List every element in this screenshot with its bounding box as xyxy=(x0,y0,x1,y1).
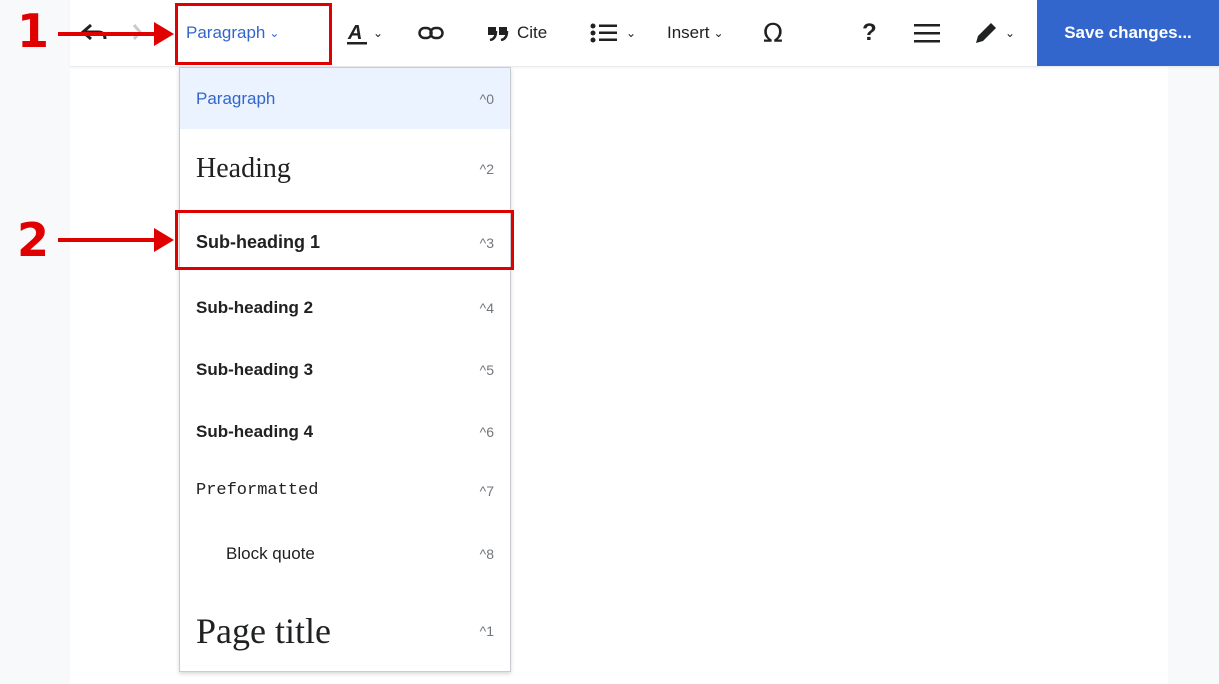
arrow-head-icon xyxy=(154,228,174,252)
menu-item-sub-heading-2[interactable]: Sub-heading 2 ^4 xyxy=(180,277,510,339)
menu-item-heading[interactable]: Heading ^2 xyxy=(180,129,510,208)
cite-button[interactable]: Cite xyxy=(487,0,547,66)
bulleted-list-icon xyxy=(590,22,618,44)
text-style-dropdown[interactable]: A ⌄ xyxy=(345,0,383,66)
save-changes-button[interactable]: Save changes... xyxy=(1037,0,1219,66)
text-style-icon: A xyxy=(345,21,369,45)
menu-item-shortcut: ^8 xyxy=(479,546,494,562)
pencil-icon xyxy=(973,20,999,46)
annotation-number: 2 xyxy=(17,213,50,267)
menu-item-label: Page title xyxy=(196,610,331,651)
paragraph-format-menu: Paragraph ^0 Heading ^2 Sub-heading 1 ^3… xyxy=(179,67,511,672)
insert-dropdown[interactable]: Insert ⌄ xyxy=(667,0,724,66)
chevron-down-icon: ⌄ xyxy=(373,26,384,40)
help-label: ? xyxy=(862,19,877,46)
special-character-icon[interactable]: Ω xyxy=(763,0,789,66)
menu-item-shortcut: ^1 xyxy=(479,622,494,639)
menu-item-label: Paragraph xyxy=(196,88,276,108)
menu-item-paragraph[interactable]: Paragraph ^0 xyxy=(180,68,510,129)
menu-item-label: Sub-heading 4 xyxy=(196,422,314,441)
menu-icon[interactable] xyxy=(914,0,940,66)
menu-item-label: Block quote xyxy=(226,544,315,563)
arrow-head-icon xyxy=(154,22,174,46)
menu-item-shortcut: ^7 xyxy=(479,482,494,499)
menu-item-block-quote[interactable]: Block quote ^8 xyxy=(180,518,510,590)
annotation-arrow xyxy=(58,32,158,36)
annotation-number: 1 xyxy=(17,4,50,58)
cite-label: Cite xyxy=(517,23,548,42)
menu-item-page-title[interactable]: Page title ^1 xyxy=(180,590,510,671)
list-dropdown[interactable]: ⌄ xyxy=(590,0,636,66)
quote-icon xyxy=(487,25,509,41)
chevron-down-icon: ⌄ xyxy=(1005,26,1016,40)
menu-item-shortcut: ^2 xyxy=(479,160,494,177)
svg-text:A: A xyxy=(347,22,362,44)
help-button[interactable]: ? xyxy=(862,0,877,66)
menu-item-shortcut: ^0 xyxy=(479,90,494,107)
highlight-box-paragraph-dropdown xyxy=(175,3,332,65)
insert-label: Insert xyxy=(667,23,710,42)
save-changes-label: Save changes... xyxy=(1064,23,1192,42)
menu-item-label: Sub-heading 2 xyxy=(196,298,314,317)
svg-text:Ω: Ω xyxy=(763,21,783,45)
chevron-down-icon: ⌄ xyxy=(713,26,724,40)
link-icon[interactable] xyxy=(418,0,444,66)
menu-item-shortcut: ^5 xyxy=(479,362,494,378)
annotation-arrow xyxy=(58,238,158,242)
menu-item-label: Heading xyxy=(196,152,291,184)
menu-item-shortcut: ^4 xyxy=(479,300,494,316)
menu-item-shortcut: ^6 xyxy=(479,424,494,440)
menu-item-sub-heading-4[interactable]: Sub-heading 4 ^6 xyxy=(180,401,510,463)
menu-item-label: Sub-heading 3 xyxy=(196,360,314,379)
edit-mode-dropdown[interactable]: ⌄ xyxy=(973,0,1015,66)
highlight-box-sub-heading-1 xyxy=(175,210,514,270)
menu-item-label: Preformatted xyxy=(196,481,319,500)
menu-item-sub-heading-3[interactable]: Sub-heading 3 ^5 xyxy=(180,339,510,401)
menu-item-preformatted[interactable]: Preformatted ^7 xyxy=(180,463,510,518)
chevron-down-icon: ⌄ xyxy=(626,26,637,40)
